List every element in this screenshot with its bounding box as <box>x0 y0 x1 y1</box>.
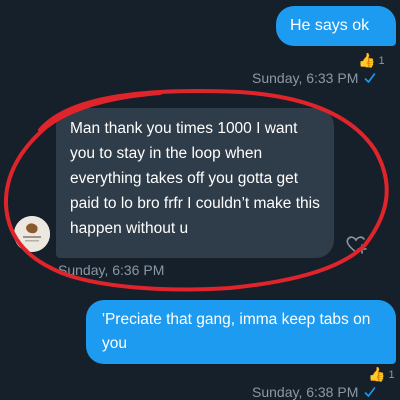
add-reaction-button[interactable] <box>342 230 370 258</box>
incoming-message-bubble[interactable]: Man thank you times 1000 I want you to s… <box>56 108 334 258</box>
message-text: Man thank you times 1000 I want you to s… <box>70 120 320 237</box>
add-reaction-icon <box>346 236 367 254</box>
check-icon <box>365 387 376 397</box>
avatar-image <box>14 216 50 252</box>
outgoing-message-bubble[interactable]: 'Preciate that gang, imma keep tabs on y… <box>86 300 396 364</box>
message-text: 'Preciate that gang, imma keep tabs on y… <box>102 311 371 352</box>
timestamp-text: Sunday, 6:38 PM <box>252 384 359 400</box>
message-text: He says ok <box>290 17 370 34</box>
message-reaction[interactable]: 👍 1 <box>358 52 385 69</box>
message-reaction[interactable]: 👍 1 <box>368 366 395 383</box>
thumbs-up-icon: 👍 <box>368 366 386 382</box>
message-timestamp: Sunday, 6:38 PM <box>252 384 376 400</box>
message-timestamp: Sunday, 6:36 PM <box>58 262 164 278</box>
reaction-count: 1 <box>388 368 395 381</box>
check-icon <box>365 73 376 83</box>
reaction-count: 1 <box>378 54 385 67</box>
timestamp-text: Sunday, 6:33 PM <box>252 70 359 86</box>
thumbs-up-icon: 👍 <box>358 52 376 68</box>
outgoing-message-bubble[interactable]: He says ok <box>276 6 396 46</box>
avatar[interactable] <box>14 216 50 252</box>
message-timestamp: Sunday, 6:33 PM <box>252 70 376 86</box>
timestamp-text: Sunday, 6:36 PM <box>58 262 165 278</box>
